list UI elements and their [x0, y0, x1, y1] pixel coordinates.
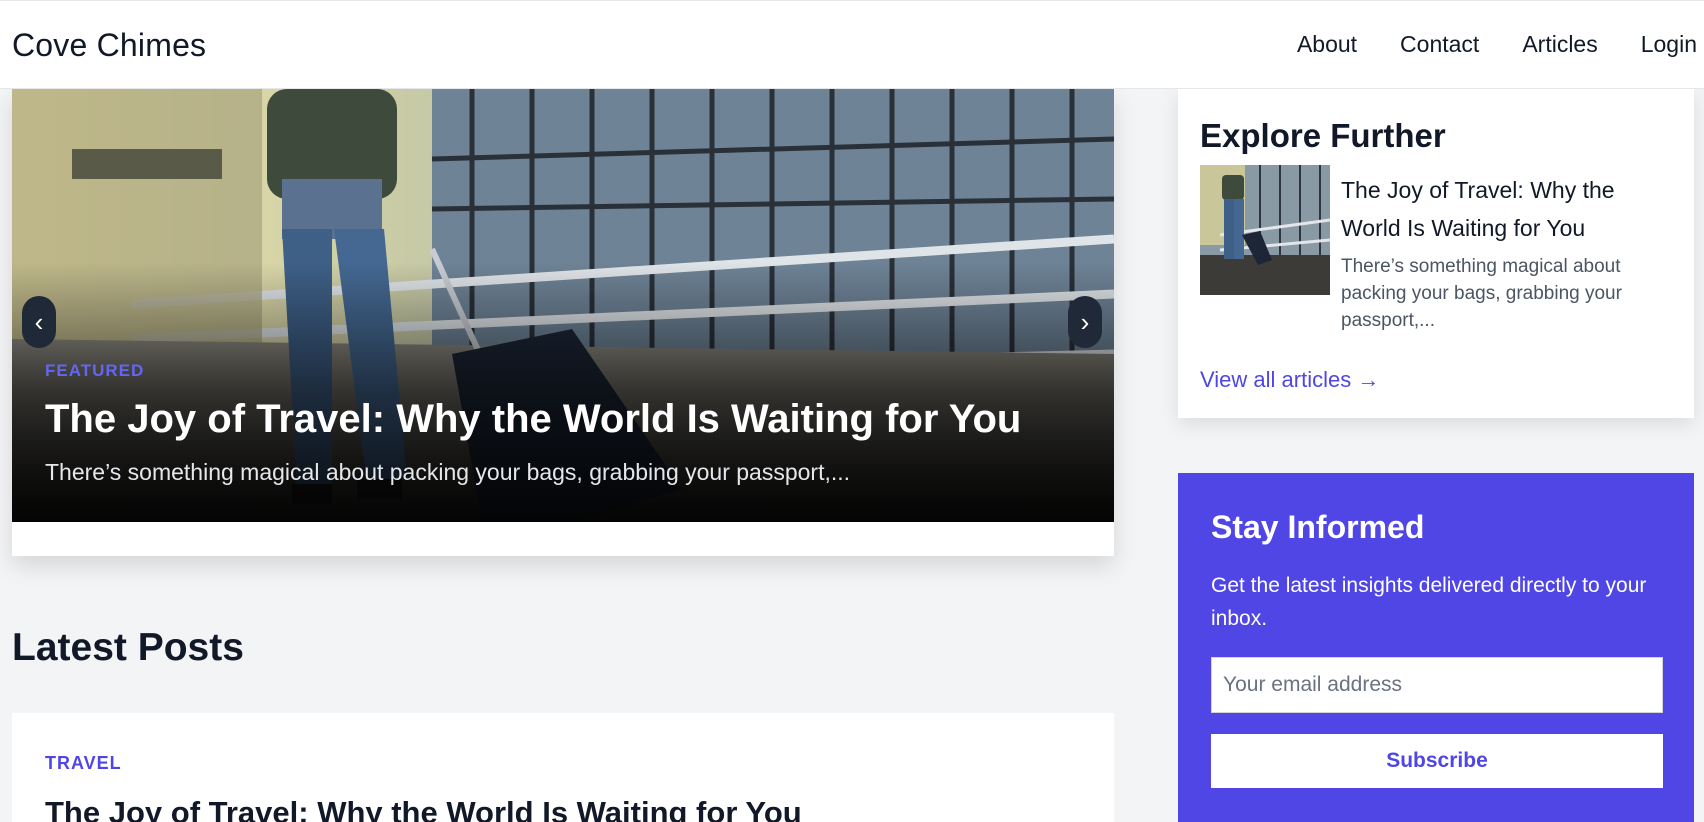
- carousel-prev-button[interactable]: ‹: [22, 296, 56, 348]
- subscribe-button[interactable]: Subscribe: [1211, 734, 1663, 788]
- newsletter-description: Get the latest insights delivered direct…: [1211, 574, 1647, 630]
- explore-item-title[interactable]: The Joy of Travel: Why the World Is Wait…: [1341, 171, 1671, 247]
- post-title[interactable]: The Joy of Travel: Why the World Is Wait…: [45, 795, 802, 822]
- explore-item-excerpt: There’s something magical about packing …: [1341, 256, 1622, 331]
- explore-heading: Explore Further: [1200, 117, 1446, 154]
- view-all-articles-link[interactable]: View all articles →: [1200, 367, 1379, 393]
- email-field[interactable]: [1211, 657, 1663, 713]
- hero-title[interactable]: The Joy of Travel: Why the World Is Wait…: [45, 397, 1021, 442]
- site-logo[interactable]: Cove Chimes: [12, 27, 206, 64]
- nav-link-contact[interactable]: Contact: [1400, 31, 1479, 58]
- post-card[interactable]: TRAVEL The Joy of Travel: Why the World …: [12, 713, 1114, 822]
- hero-overlay: [12, 89, 1114, 522]
- thumbnail-image: [1200, 165, 1330, 295]
- chevron-left-icon: ‹: [34, 307, 44, 337]
- hero-excerpt: There’s something magical about packing …: [45, 459, 851, 485]
- carousel-next-button[interactable]: ›: [1068, 296, 1102, 348]
- post-category[interactable]: TRAVEL: [45, 753, 122, 774]
- explore-further-widget: Explore Further The Joy of Travel: Why t…: [1178, 89, 1694, 418]
- chevron-right-icon: ›: [1080, 307, 1090, 337]
- main-nav: About Contact Articles Login: [1297, 31, 1697, 58]
- newsletter-heading: Stay Informed: [1211, 509, 1425, 545]
- carousel-slide[interactable]: FEATURED The Joy of Travel: Why the Worl…: [12, 89, 1114, 522]
- nav-link-about[interactable]: About: [1297, 31, 1357, 58]
- featured-carousel: FEATURED The Joy of Travel: Why the Worl…: [12, 89, 1114, 556]
- site-header: Cove Chimes About Contact Articles Login: [0, 0, 1704, 89]
- hero-tag: FEATURED: [45, 361, 145, 380]
- latest-posts-heading: Latest Posts: [12, 626, 244, 669]
- article-thumbnail[interactable]: [1200, 165, 1330, 295]
- newsletter-widget: Stay Informed Get the latest insights de…: [1178, 473, 1694, 822]
- nav-link-login[interactable]: Login: [1641, 31, 1697, 58]
- nav-link-articles[interactable]: Articles: [1522, 31, 1597, 58]
